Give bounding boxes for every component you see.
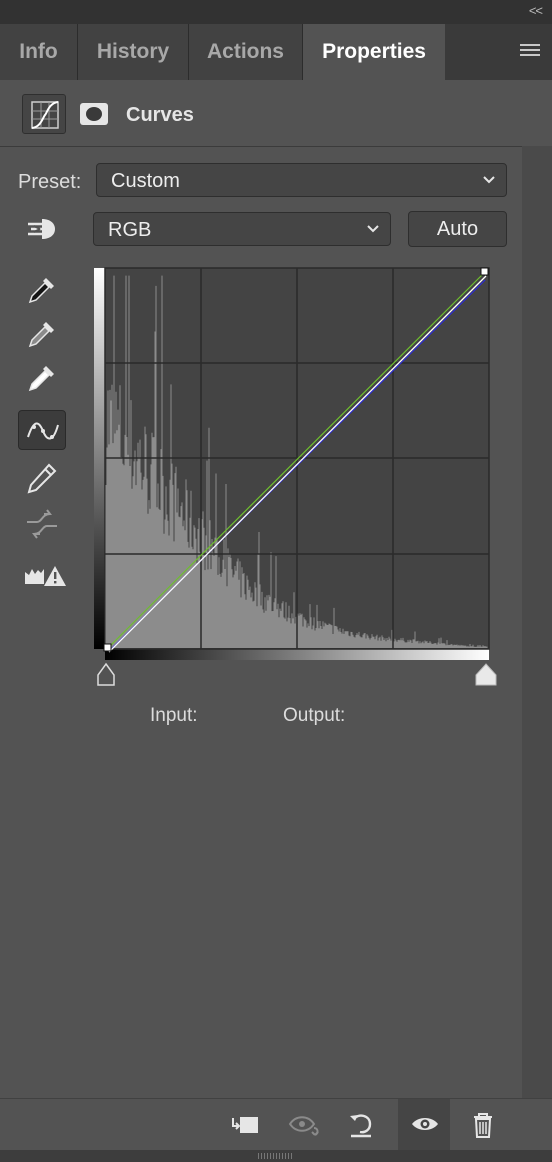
panel-menu-icon[interactable] <box>520 44 540 60</box>
auto-button[interactable]: Auto <box>408 211 507 247</box>
smooth-curve-icon[interactable] <box>18 504 66 544</box>
visibility-eye-icon[interactable] <box>398 1099 450 1151</box>
chevron-down-icon <box>483 176 495 184</box>
channel-dropdown[interactable]: RGB <box>93 212 391 246</box>
preset-value: Custom <box>111 170 180 192</box>
resize-grip[interactable] <box>258 1153 294 1159</box>
black-point-eyedropper-icon[interactable] <box>18 270 66 310</box>
preset-label: Preset: <box>18 171 82 193</box>
panel-bottom-strip <box>0 1150 552 1162</box>
clipping-warning-icon[interactable] <box>18 556 66 596</box>
input-gradient-bar <box>105 648 489 660</box>
output-label: Output: <box>283 705 346 726</box>
preset-dropdown[interactable]: Custom <box>96 163 507 197</box>
view-previous-state-icon[interactable] <box>276 1099 328 1151</box>
collapse-panel-icon[interactable]: << <box>529 3 543 18</box>
white-point-eyedropper-icon[interactable] <box>18 358 66 398</box>
curves-graph[interactable] <box>92 267 504 687</box>
white-input-slider[interactable] <box>475 663 497 686</box>
gray-point-eyedropper-icon[interactable] <box>18 314 66 354</box>
tab-history[interactable]: History <box>78 24 189 80</box>
reset-icon[interactable] <box>334 1099 386 1151</box>
on-image-adjust-icon[interactable] <box>18 210 66 250</box>
edit-points-curve-icon[interactable] <box>18 410 66 450</box>
draw-pencil-icon[interactable] <box>18 458 66 498</box>
tab-actions[interactable]: Actions <box>189 24 303 80</box>
panel-scrollbar[interactable] <box>522 146 552 1098</box>
input-label: Input: <box>150 705 198 726</box>
output-gradient-bar <box>94 268 105 649</box>
curves-adjustment-icon[interactable] <box>22 94 66 134</box>
tab-info[interactable]: Info <box>0 24 78 80</box>
layer-mask-icon[interactable] <box>72 94 116 134</box>
properties-header: Curves <box>0 80 522 147</box>
panel-tab-bar: Info History Actions Properties <box>0 24 552 80</box>
black-point-handle[interactable] <box>103 643 112 652</box>
channel-value: RGB <box>108 219 152 241</box>
panel-title: Curves <box>126 104 194 126</box>
trash-icon[interactable] <box>456 1099 508 1151</box>
tab-properties[interactable]: Properties <box>303 24 445 80</box>
clip-to-layer-icon[interactable] <box>218 1099 270 1151</box>
panel-top-strip: << <box>0 0 552 24</box>
chevron-down-icon <box>367 225 379 233</box>
white-point-handle[interactable] <box>480 267 489 276</box>
panel-footer <box>0 1098 552 1151</box>
black-input-slider[interactable] <box>97 662 115 686</box>
